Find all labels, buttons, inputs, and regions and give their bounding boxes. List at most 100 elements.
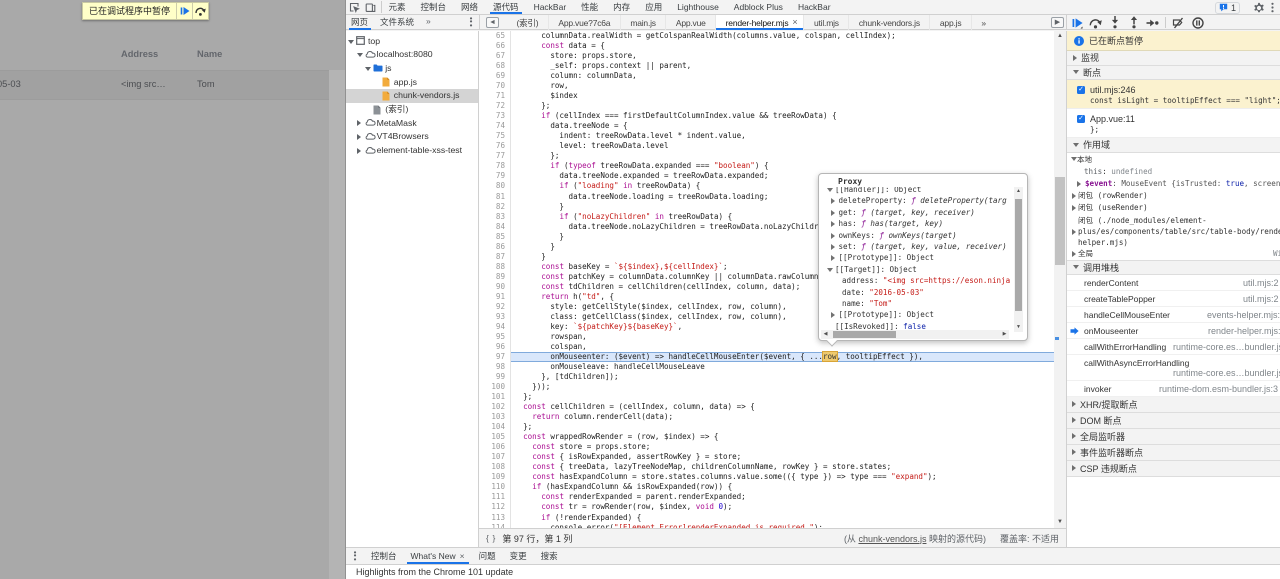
collapsed-arrow-icon[interactable] (831, 221, 835, 227)
pause-on-exceptions-button[interactable] (1188, 16, 1207, 30)
code-line[interactable]: 113 if (!renderExpanded) { (479, 513, 1054, 523)
line-number[interactable]: 89 (479, 272, 505, 282)
popup-hscroll-thumb[interactable] (833, 331, 896, 338)
call-frame-callWithErrorHandling[interactable]: callWithErrorHandlingruntime-core.es…bun… (1067, 339, 1280, 355)
expanded-arrow-icon[interactable] (827, 188, 833, 192)
section-scope[interactable]: 作用域 (1067, 138, 1280, 153)
line-number[interactable]: 97 (479, 352, 505, 362)
line-number[interactable]: 84 (479, 222, 505, 232)
code-line[interactable]: 77 }; (479, 151, 1054, 161)
line-number[interactable]: 90 (479, 282, 505, 292)
close-tab-icon[interactable]: × (792, 18, 797, 27)
resume-script-button[interactable] (176, 3, 192, 19)
breakpoint-App.vue:11[interactable]: ✓App.vue:11}; (1067, 109, 1280, 138)
code-line[interactable]: 98 onMouseleave: handleCellMouseLeave (479, 362, 1054, 372)
code-line[interactable]: 100 })); (479, 382, 1054, 392)
step-over-button[interactable] (192, 3, 208, 19)
collapsed-arrow-icon[interactable] (831, 255, 835, 261)
panel-tab-performance[interactable]: 性能 (574, 0, 606, 14)
deactivate-breakpoints-button[interactable] (1169, 16, 1188, 30)
sourcemap-link[interactable]: chunk-vendors.js (858, 534, 926, 544)
code-line[interactable]: 111 const renderExpanded = parent.render… (479, 492, 1054, 502)
line-number[interactable]: 106 (479, 442, 505, 452)
inspect-element-icon[interactable] (346, 1, 362, 14)
line-number[interactable]: 113 (479, 513, 505, 523)
line-number[interactable]: 108 (479, 462, 505, 472)
code-line[interactable]: 70 row, (479, 81, 1054, 91)
line-number[interactable]: 91 (479, 292, 505, 302)
section-event-listener-breakpoints[interactable]: 事件监听器断点 (1067, 445, 1280, 461)
code-line[interactable]: 104 }; (479, 422, 1054, 432)
scrollbar-down-arrow[interactable]: ▼ (1054, 517, 1066, 528)
collapsed-arrow-icon[interactable] (1072, 465, 1076, 471)
editor-tab-util.mjs[interactable]: util.mjs (804, 15, 849, 30)
collapsed-arrow-icon[interactable] (1077, 181, 1081, 187)
code-line[interactable]: 101 }; (479, 392, 1054, 402)
step-into-button[interactable] (1105, 16, 1124, 30)
collapsed-arrow-icon[interactable] (831, 198, 835, 204)
tree-item-(索引)[interactable]: (索引) (346, 103, 478, 117)
scope-row[interactable]: 闭包 (./node_modules/element- plus/es/comp… (1067, 215, 1280, 248)
code-line[interactable]: 71 $index (479, 91, 1054, 101)
tree-item-MetaMask[interactable]: MetaMask (346, 117, 478, 131)
drawer-menu-icon[interactable]: ••• (346, 548, 364, 564)
section-call-stack[interactable]: 调用堆栈 (1067, 260, 1280, 275)
hide-sidebar-icon[interactable]: ▶ (1051, 17, 1064, 28)
section-csp-violation-breakpoints[interactable]: CSP 违规断点 (1067, 461, 1280, 477)
popup-scroll-down-arrow[interactable]: ▼ (1014, 323, 1023, 332)
line-number[interactable]: 102 (479, 402, 505, 412)
line-number[interactable]: 80 (479, 181, 505, 191)
tree-collapsed-arrow[interactable] (357, 120, 361, 126)
line-number[interactable]: 71 (479, 91, 505, 101)
collapsed-arrow-icon[interactable] (1072, 433, 1076, 439)
code-line[interactable]: 78 if (typeof treeRowData.expanded === "… (479, 161, 1054, 171)
call-frame-invoker[interactable]: invokerruntime-dom.esm-bundler.js:3 (1067, 381, 1280, 397)
line-number[interactable]: 86 (479, 242, 505, 252)
navigator-tab-filesystem[interactable]: 文件系统 (374, 15, 420, 30)
expanded-arrow-icon[interactable] (1073, 265, 1079, 269)
line-number[interactable]: 99 (479, 372, 505, 382)
collapsed-arrow-icon[interactable] (1072, 229, 1076, 235)
tree-item-top[interactable]: top (346, 35, 478, 49)
call-frame-renderContent[interactable]: renderContentutil.mjs:2 (1067, 275, 1280, 291)
editor-tabs-overflow[interactable]: » (972, 15, 996, 30)
line-number[interactable]: 88 (479, 262, 505, 272)
line-number[interactable]: 100 (479, 382, 505, 392)
scope-row[interactable]: this: undefined (1067, 166, 1280, 178)
line-number[interactable]: 72 (479, 101, 505, 111)
scope-row[interactable]: $event: MouseEvent {isTrusted: true, scr… (1067, 178, 1280, 190)
code-line[interactable]: 103 return column.renderCell(data); (479, 412, 1054, 422)
navigator-more-menu-icon[interactable]: ••• (467, 17, 475, 27)
section-dom-breakpoints[interactable]: DOM 断点 (1067, 413, 1280, 429)
line-number[interactable]: 87 (479, 252, 505, 262)
editor-tab-app.js[interactable]: app.js (930, 15, 971, 30)
step-over-button[interactable] (1086, 16, 1105, 30)
tree-expanded-arrow[interactable] (357, 53, 363, 57)
popup-horizontal-scrollbar[interactable]: ◀ ▶ (821, 330, 1009, 339)
collapsed-arrow-icon[interactable] (1072, 205, 1076, 211)
tree-item-element-table-xss-test[interactable]: element-table-xss-test (346, 144, 478, 158)
code-line[interactable]: 96 colspan, (479, 342, 1054, 352)
code-line[interactable]: 73 if (cellIndex === firstDefaultColumnI… (479, 111, 1054, 121)
panel-tab-application[interactable]: 应用 (638, 0, 670, 14)
section-xhr-breakpoints[interactable]: XHR/提取断点 (1067, 397, 1280, 413)
popup-vertical-scrollbar[interactable]: ▲ ▼ (1014, 187, 1023, 332)
scope-row[interactable]: 全局Wi (1067, 248, 1280, 261)
line-number[interactable]: 110 (479, 482, 505, 492)
drawer-tab-search[interactable]: 搜索 (534, 548, 565, 564)
tree-item-chunk-vendors.js[interactable]: chunk-vendors.js (346, 89, 478, 103)
panel-tab-network[interactable]: 网络 (454, 0, 486, 14)
editor-tab-App.vue7c6a[interactable]: App.vue?7c6a (549, 15, 621, 30)
line-number[interactable]: 66 (479, 41, 505, 51)
step-button[interactable] (1143, 16, 1162, 30)
editor-tab-chunk-vendors.js[interactable]: chunk-vendors.js (849, 15, 930, 30)
table-row[interactable]: 05-03 <img src… Tom (0, 70, 329, 100)
collapsed-arrow-icon[interactable] (1072, 193, 1076, 199)
popup-scroll-up-arrow[interactable]: ▲ (1014, 187, 1023, 196)
line-number[interactable]: 105 (479, 432, 505, 442)
line-number[interactable]: 76 (479, 141, 505, 151)
code-line[interactable]: 65 columnData.realWidth = getColspanReal… (479, 31, 1054, 41)
drawer-tab-changes[interactable]: 变更 (503, 548, 534, 564)
line-number[interactable]: 103 (479, 412, 505, 422)
line-number[interactable]: 73 (479, 111, 505, 121)
